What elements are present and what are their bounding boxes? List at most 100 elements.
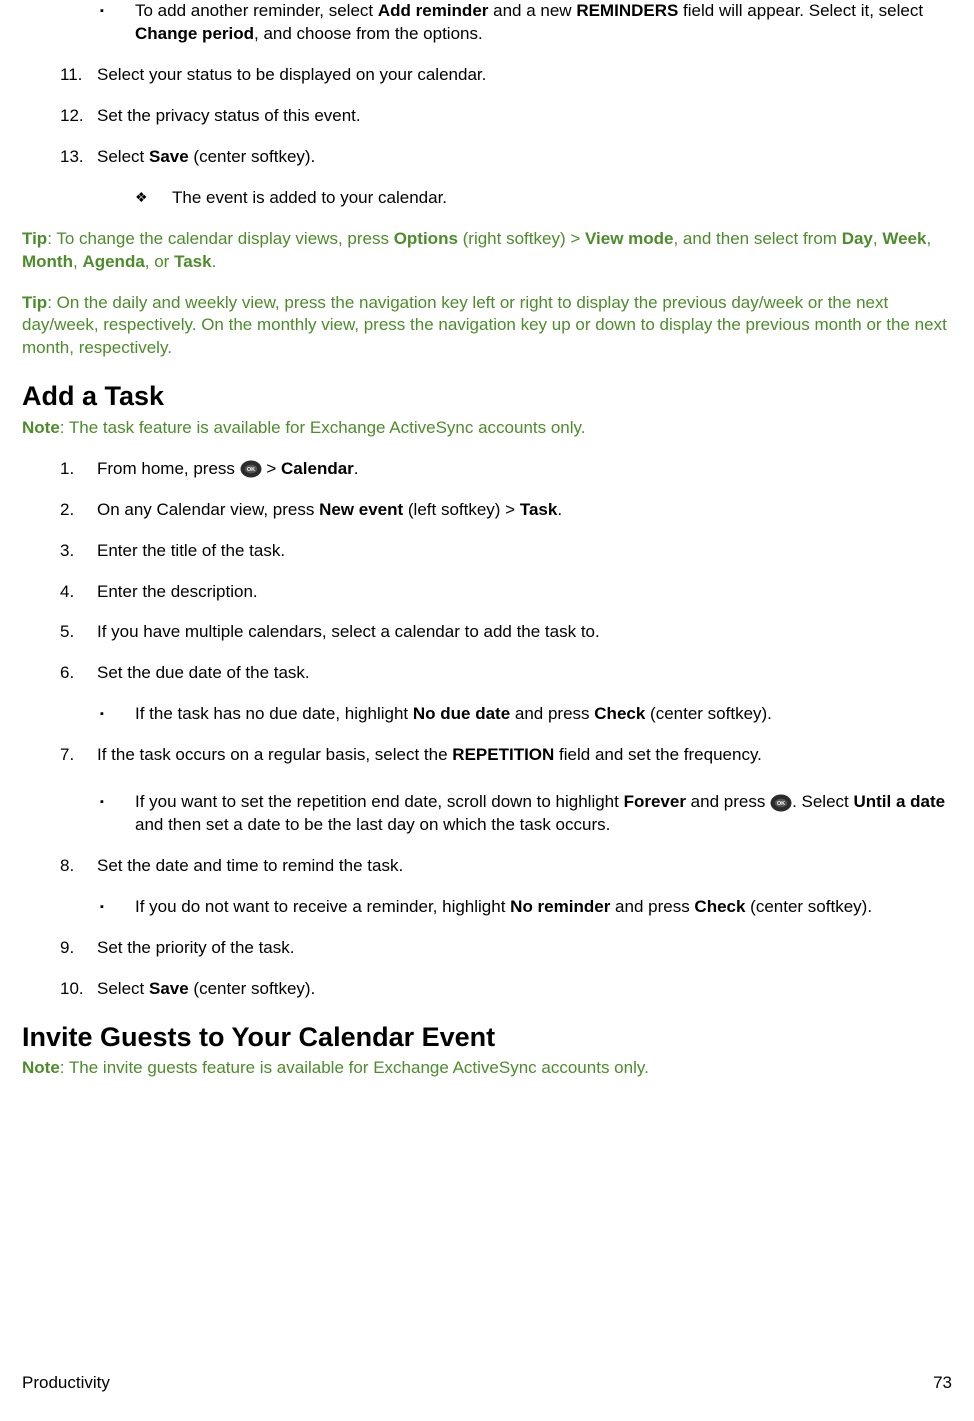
svg-text:OK: OK [777,801,785,807]
task-step-10: 10. Select Save (center softkey). [22,978,952,1001]
text: On any Calendar view, press [97,500,319,519]
text: and a new [488,1,576,20]
bold: Check [694,897,745,916]
task-step-1: 1. From home, press OK > Calendar. [22,458,952,481]
bold: Until a date [853,792,945,811]
step-number: 11. [60,64,82,87]
text: , and choose from the options. [254,24,483,43]
heading-invite-guests: Invite Guests to Your Calendar Event [22,1019,952,1055]
text: (center softkey). [189,979,316,998]
text: and then set a date to be the last day o… [135,815,610,834]
bold: Agenda [82,252,144,271]
bold: Calendar [281,459,354,478]
text: If the task has no due date, highlight [135,704,413,723]
text: To add another reminder, select [135,1,378,20]
bold: Check [594,704,645,723]
result-note: The event is added to your calendar. [22,187,952,210]
bold: Task [174,252,212,271]
text: > [262,459,281,478]
text: , [873,229,882,248]
text: Select [97,979,149,998]
text: (left softkey) > [403,500,520,519]
text: . [212,252,217,271]
step-number: 9. [60,937,74,960]
bold: View mode [585,229,674,248]
note-invite: Note: The invite guests feature is avail… [22,1057,952,1080]
bold: New event [319,500,403,519]
bold: Save [149,979,189,998]
step-text: Select your status to be displayed on yo… [97,65,486,84]
text: (center softkey). [645,704,772,723]
text: : The invite guests feature is available… [60,1058,649,1077]
bold: Day [842,229,873,248]
text: . [354,459,359,478]
text: and press [610,897,694,916]
task-step-4: 4. Enter the description. [22,581,952,604]
text: (right softkey) > [458,229,585,248]
step-text: Enter the title of the task. [97,541,285,560]
step-number: 13. [60,146,84,169]
tip-label: Tip [22,293,47,312]
step-number: 10. [60,978,84,1001]
svg-text:OK: OK [247,467,255,473]
note-label: Note [22,1058,60,1077]
task-step-2: 2. On any Calendar view, press New event… [22,499,952,522]
task-step-7-sub: If you want to set the repetition end da… [22,791,952,837]
step-text: Set the date and time to remind the task… [97,856,403,875]
step-13: 13. Select Save (center softkey). [22,146,952,169]
text: . [557,500,562,519]
text: : To change the calendar display views, … [47,229,394,248]
step-number: 8. [60,855,74,878]
bold: Task [520,500,558,519]
text: : On the daily and weekly view, press th… [22,293,947,358]
text: . Select [792,792,853,811]
step-text: Set the privacy status of this event. [97,106,361,125]
text: (center softkey). [745,897,872,916]
page-footer: Productivity 73 [22,1360,952,1413]
step-number: 12. [60,105,84,128]
text: : The task feature is available for Exch… [60,418,586,437]
step-text: Set the priority of the task. [97,938,294,957]
note-label: Note [22,418,60,437]
step-12: 12. Set the privacy status of this event… [22,105,952,128]
text: , and then select from [673,229,841,248]
text: If the task occurs on a regular basis, s… [97,745,452,764]
step-number: 7. [60,744,74,767]
bold: Week [882,229,926,248]
tip-view-mode: Tip: To change the calendar display view… [22,228,952,274]
bold: Options [394,229,458,248]
text: field will appear. Select it, select [678,1,923,20]
ok-key-icon: OK [240,460,262,478]
footer-section: Productivity [22,1372,110,1395]
task-step-6: 6. Set the due date of the task. [22,662,952,685]
ok-key-icon: OK [770,794,792,812]
tip-label: Tip [22,229,47,248]
task-step-5: 5. If you have multiple calendars, selec… [22,621,952,644]
bold: Change period [135,24,254,43]
step-number: 6. [60,662,74,685]
text: (center softkey). [189,147,316,166]
text: Select [97,147,149,166]
step-text: Set the due date of the task. [97,663,310,682]
task-step-8-sub: If you do not want to receive a reminder… [22,896,952,919]
step-number: 3. [60,540,74,563]
task-step-3: 3. Enter the title of the task. [22,540,952,563]
page-content: To add another reminder, select Add remi… [22,0,952,1360]
text: , [926,229,931,248]
step-number: 5. [60,621,74,644]
bold: No reminder [510,897,610,916]
bold: REPETITION [452,745,554,764]
text: If you want to set the repetition end da… [135,792,624,811]
step-number: 1. [60,458,74,481]
text: The event is added to your calendar. [172,188,447,207]
bold: No due date [413,704,510,723]
text: From home, press [97,459,240,478]
step-number: 2. [60,499,74,522]
text: field and set the frequency. [554,745,762,764]
bold: Add reminder [378,1,489,20]
step-text: If you have multiple calendars, select a… [97,622,600,641]
text: If you do not want to receive a reminder… [135,897,510,916]
step-11: 11. Select your status to be displayed o… [22,64,952,87]
bold: Save [149,147,189,166]
text: , or [145,252,174,271]
